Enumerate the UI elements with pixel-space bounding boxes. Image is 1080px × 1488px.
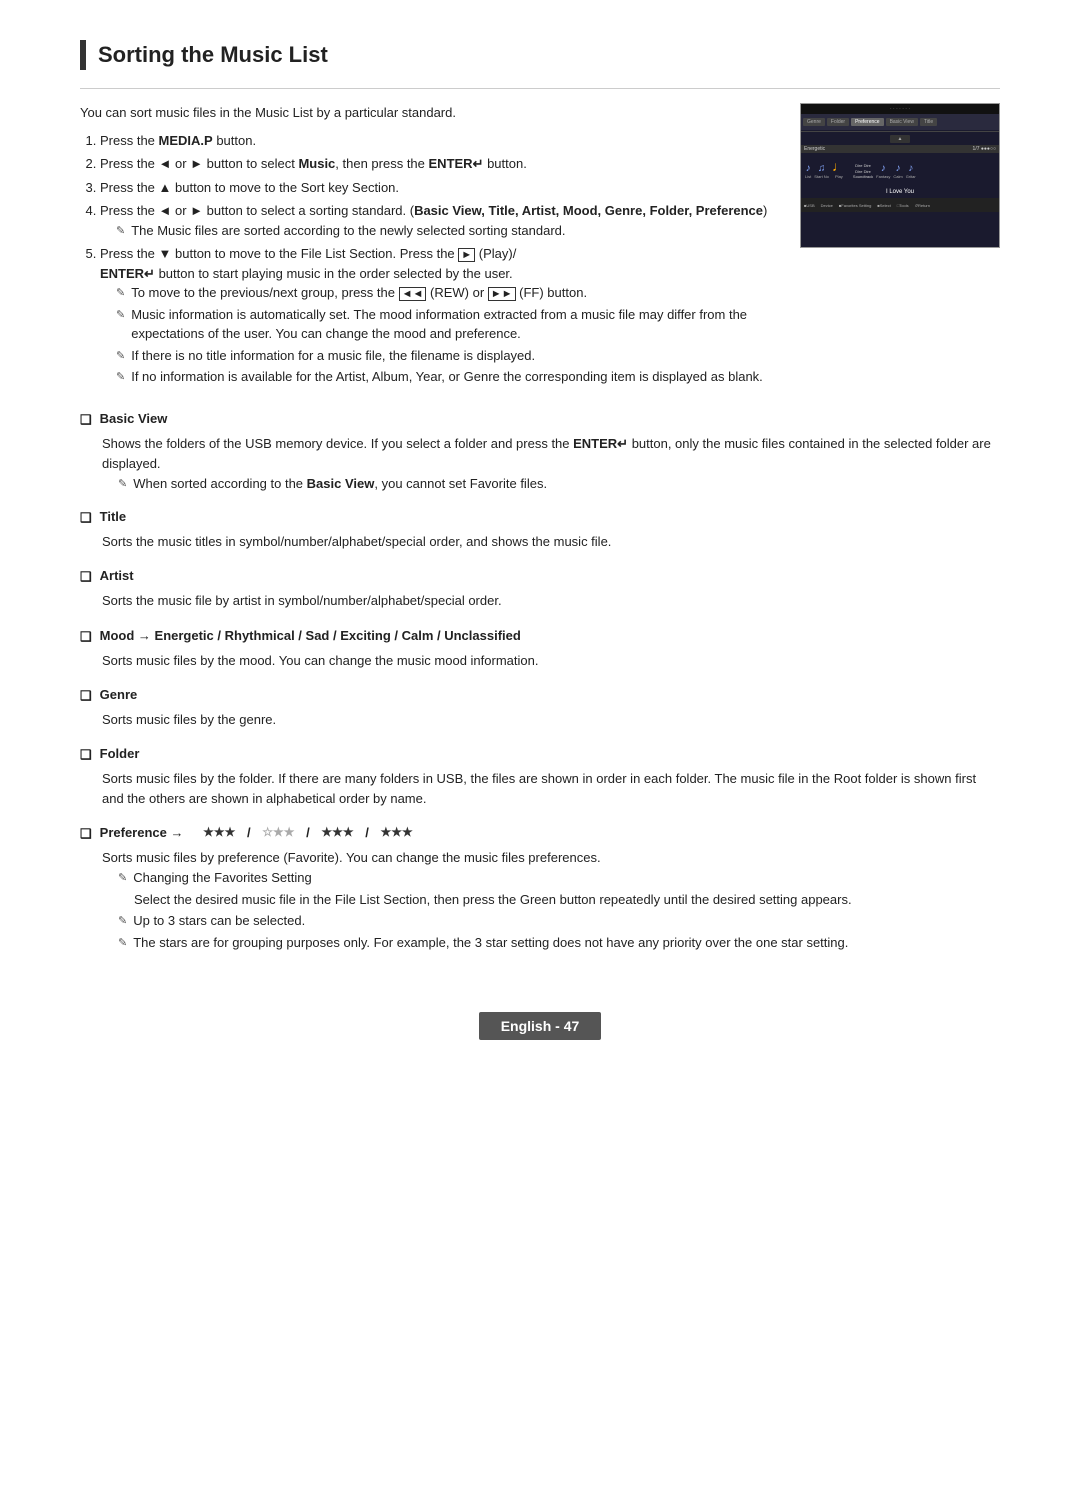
section-heading-preference: Preference → ★★★ / ☆★★ / ★★★ / ★★★ [80,825,1000,842]
section-heading-basic-view: Basic View [80,411,1000,428]
pref-note4: ✎ The stars are for grouping purposes on… [102,933,1000,953]
intro-text: You can sort music files in the Music Li… [80,103,780,123]
main-content: You can sort music files in the Music Li… [80,103,780,395]
section-heading-artist: Artist [80,568,1000,585]
page-title: Sorting the Music List [80,40,1000,70]
section-body-basic-view: Shows the folders of the USB memory devi… [80,434,1000,494]
section-body-genre: Sorts music files by the genre. [80,710,1000,730]
note-icon-4: ✎ [116,369,125,386]
note-icon: ✎ [116,223,125,240]
section-heading-genre: Genre [80,687,1000,704]
step-5-note4: ✎ If no information is available for the… [100,367,780,387]
section-heading-folder: Folder [80,746,1000,763]
btn-usb: ■USB [804,203,815,208]
tab-basicview: Basic View [886,118,918,126]
pref-note2: Select the desired music file in the Fil… [102,890,1000,910]
footer: English - 47 [80,1012,1000,1040]
tab-preference: Preference [851,118,883,126]
section-basic-view: Basic View Shows the folders of the USB … [80,411,1000,494]
section-body-folder: Sorts music files by the folder. If ther… [80,769,1000,809]
section-genre: Genre Sorts music files by the genre. [80,687,1000,730]
section-body-mood: Sorts music files by the mood. You can c… [80,651,1000,671]
note-icon-2: ✎ [116,307,125,324]
section-preference: Preference → ★★★ / ☆★★ / ★★★ / ★★★ Sorts… [80,825,1000,952]
btn-device: Device [821,203,833,208]
btn-tools: □Tools [897,203,909,208]
step-3: Press the ▲ button to move to the Sort k… [100,178,780,198]
screen-inner: · · · · · · · Genre Folder Preference Ba… [801,104,999,247]
section-heading-title: Title [80,509,1000,526]
music-note-3: ♩ [832,158,846,174]
step-4: Press the ◄ or ► button to select a sort… [100,201,780,240]
basic-view-note: ✎ When sorted according to the Basic Vie… [102,474,1000,494]
sections-container: Basic View Shows the folders of the USB … [80,411,1000,953]
step-1: Press the MEDIA.P button. [100,131,780,151]
step-5: Press the ▼ button to move to the File L… [100,244,780,387]
note-icon-p3: ✎ [118,913,127,930]
screen-bottom: ■USB Device ■Favorites Setting ■Select □… [801,198,999,212]
footer-badge: English - 47 [479,1012,602,1040]
btn-return: ↺Return [915,203,930,208]
music-note-4: ♪ [881,163,886,174]
screen-tabs: Genre Folder Preference Basic View Title [801,114,999,130]
step-4-note: ✎ The Music files are sorted according t… [100,221,780,241]
music-note-6: ♪ [908,163,913,174]
tab-folder: Folder [827,118,849,126]
section-artist: Artist Sorts the music file by artist in… [80,568,1000,611]
section-body-title: Sorts the music titles in symbol/number/… [80,532,1000,552]
note-icon-p4: ✎ [118,935,127,952]
section-body-preference: Sorts music files by preference (Favorit… [80,848,1000,952]
tab-genre: Genre [803,118,825,126]
step-2: Press the ◄ or ► button to select Music,… [100,154,780,174]
btn-favorite: ■Favorites Setting [839,203,871,208]
stars-full-2: ★★★ [321,825,353,839]
step-5-note2: ✎ Music information is automatically set… [100,305,780,344]
music-note-5: ♪ [896,163,901,174]
stars-partial-1: ☆★★ [262,825,294,839]
screen-preview: · · · · · · · Genre Folder Preference Ba… [800,103,1000,395]
section-title: Title Sorts the music titles in symbol/n… [80,509,1000,552]
section-mood: Mood → Energetic / Rhythmical / Sad / Ex… [80,628,1000,671]
music-note-1: ♪ [806,163,811,174]
screen-sort-row: Energetic1/7 ●●●○○ [801,145,999,153]
section-folder: Folder Sorts music files by the folder. … [80,746,1000,809]
note-icon-bv: ✎ [118,476,127,493]
section-body-artist: Sorts the music file by artist in symbol… [80,591,1000,611]
tab-title: Title [920,118,937,126]
screen-box: · · · · · · · Genre Folder Preference Ba… [800,103,1000,248]
note-icon-1: ✎ [116,285,125,302]
music-note-2: ♫ [818,163,826,174]
note-icon-p1: ✎ [118,870,127,887]
steps-list: Press the MEDIA.P button. Press the ◄ or… [80,131,780,387]
btn-select: ■Select [877,203,891,208]
step-5-note3: ✎ If there is no title information for a… [100,346,780,366]
stars-full-1: ★★★ [203,825,235,839]
section-heading-mood: Mood → Energetic / Rhythmical / Sad / Ex… [80,628,1000,645]
pref-note1: ✎ Changing the Favorites Setting [102,868,1000,888]
step-5-note1: ✎ To move to the previous/next group, pr… [100,283,780,303]
pref-note3: ✎ Up to 3 stars can be selected. [102,911,1000,931]
stars-full-3: ★★★ [380,825,412,839]
note-icon-3: ✎ [116,348,125,365]
